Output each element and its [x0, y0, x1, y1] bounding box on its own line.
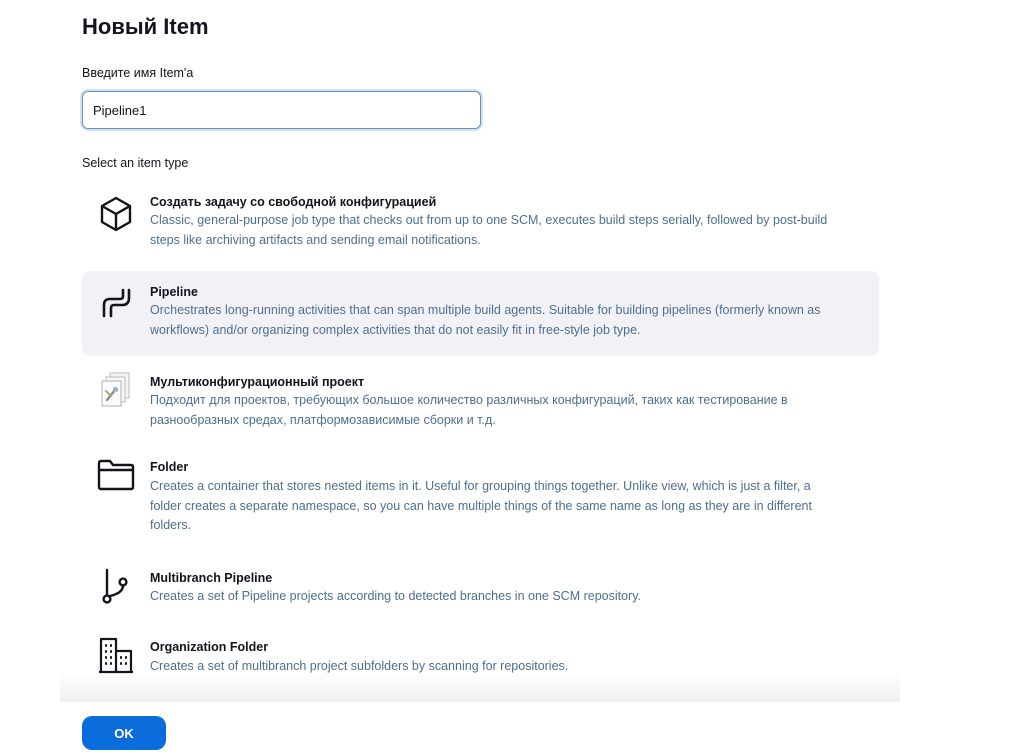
- item-description: Creates a container that stores nested i…: [150, 479, 812, 532]
- item-name-label: Введите имя Item'а: [82, 66, 194, 80]
- item-description: Classic, general-purpose job type that c…: [150, 213, 828, 247]
- item-title: Pipeline: [150, 285, 198, 299]
- folder-icon: [96, 455, 136, 495]
- item-title: Мультиконфигурационный проект: [150, 375, 365, 389]
- item-type-freestyle[interactable]: Создать задачу со свободной конфигурацие…: [82, 182, 879, 262]
- item-title: Organization Folder: [150, 640, 269, 654]
- item-type-pipeline[interactable]: Pipeline Orchestrates long-running activ…: [82, 271, 879, 356]
- item-title: Multibranch Pipeline: [150, 571, 273, 585]
- item-type-folder[interactable]: Folder Creates a container that stores n…: [82, 447, 879, 545]
- item-title: Создать задачу со свободной конфигурацие…: [150, 195, 437, 209]
- item-type-multi-config[interactable]: Мультиконфигурационный проект Подходит д…: [82, 362, 879, 440]
- branch-icon: [96, 566, 136, 606]
- item-type-label: Select an item type: [82, 156, 189, 170]
- ok-button[interactable]: OK: [82, 716, 166, 750]
- item-type-organization-folder[interactable]: Organization Folder Creates a set of mul…: [82, 626, 879, 684]
- organization-building-icon: [96, 635, 136, 675]
- item-name-input[interactable]: [82, 91, 481, 129]
- item-description: Подходит для проектов, требующих большое…: [150, 393, 788, 427]
- pipeline-icon: [96, 283, 136, 323]
- multi-config-project-icon: [96, 370, 136, 410]
- item-title: Folder: [150, 460, 189, 474]
- item-description: Creates a set of multibranch project sub…: [150, 659, 569, 673]
- page-title: Новый Item: [82, 14, 209, 39]
- item-type-multibranch-pipeline[interactable]: Multibranch Pipeline Creates a set of Pi…: [82, 556, 879, 618]
- item-description: Orchestrates long-running activities tha…: [150, 303, 821, 337]
- freestyle-cube-icon: [96, 194, 136, 234]
- item-description: Creates a set of Pipeline projects accor…: [150, 589, 642, 603]
